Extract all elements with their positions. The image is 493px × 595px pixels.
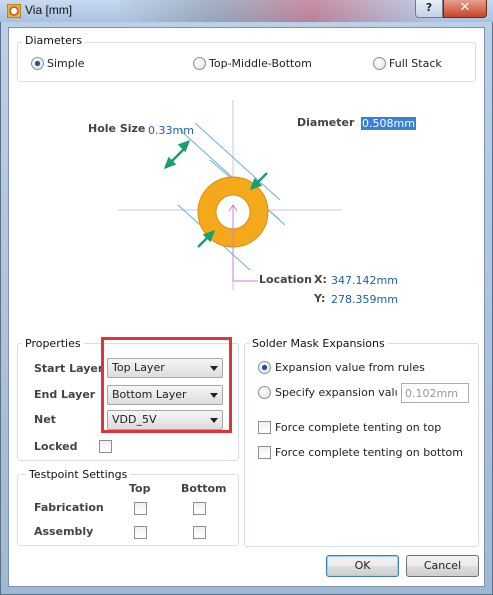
arrow-icon [177, 139, 191, 153]
radio-full-stack-label[interactable]: Full Stack [389, 57, 442, 70]
start-layer-value: Top Layer [112, 361, 165, 374]
start-layer-label: Start Layer [34, 362, 104, 375]
hole-size-value[interactable]: 0.33mm [148, 124, 194, 137]
tent-top-label[interactable]: Force complete tenting on top [275, 421, 441, 434]
app-icon [7, 4, 21, 18]
testpoint-fabrication-label: Fabrication [34, 501, 104, 514]
radio-simple[interactable] [31, 57, 44, 70]
chevron-down-icon [210, 393, 218, 398]
net-select[interactable]: VDD_5V [107, 410, 223, 430]
location-y-label: Y: [314, 292, 326, 305]
hole-size-label: Hole Size [88, 122, 146, 135]
diameter-value[interactable]: 0.508mm [361, 117, 416, 130]
end-layer-select[interactable]: Bottom Layer [107, 385, 223, 405]
radio-top-middle-bottom[interactable] [193, 57, 206, 70]
chevron-down-icon [210, 418, 218, 423]
window-title: Via [mm] [25, 3, 73, 17]
testpoint-top-header: Top [129, 482, 151, 495]
diameter-label: Diameter [297, 116, 355, 129]
ok-button[interactable]: OK [326, 555, 399, 577]
testpoint-bottom-header: Bottom [181, 482, 227, 495]
cancel-button[interactable]: Cancel [406, 555, 479, 577]
radio-top-middle-bottom-label[interactable]: Top-Middle-Bottom [209, 57, 312, 70]
tent-top-checkbox[interactable] [258, 421, 271, 434]
properties-legend: Properties [22, 337, 84, 350]
fabrication-top-checkbox[interactable] [134, 502, 147, 515]
testpoint-assembly-label: Assembly [34, 525, 94, 538]
help-button[interactable]: ? [415, 0, 443, 18]
locked-checkbox[interactable] [99, 440, 112, 453]
assembly-bottom-checkbox[interactable] [193, 526, 206, 539]
end-layer-label: End Layer [34, 388, 96, 401]
diameters-legend: Diameters [22, 34, 86, 47]
radio-specify-expansion[interactable] [258, 386, 271, 399]
locked-label: Locked [34, 440, 78, 453]
location-x-label: X: [314, 273, 327, 286]
assembly-top-checkbox[interactable] [134, 526, 147, 539]
radio-expansion-from-rules[interactable] [258, 361, 271, 374]
title-bar-background [120, 0, 440, 22]
fabrication-bottom-checkbox[interactable] [193, 502, 206, 515]
net-value: VDD_5V [112, 413, 157, 426]
solder-mask-legend: Solder Mask Expansions [249, 337, 388, 350]
location-x-value[interactable]: 347.142mm [331, 274, 398, 287]
tent-bottom-label[interactable]: Force complete tenting on bottom [275, 446, 463, 459]
radio-expansion-from-rules-label[interactable]: Expansion value from rules [275, 361, 425, 374]
radio-simple-label[interactable]: Simple [47, 57, 85, 70]
specify-expansion-input[interactable]: 0.102mm [401, 383, 469, 403]
radio-full-stack[interactable] [373, 57, 386, 70]
net-label: Net [34, 413, 56, 426]
location-label: Location [259, 273, 312, 286]
tent-bottom-checkbox[interactable] [258, 446, 271, 459]
radio-specify-expansion-label[interactable]: Specify expansion value [275, 386, 397, 399]
close-button[interactable]: ✕ [443, 0, 487, 18]
end-layer-value: Bottom Layer [112, 388, 187, 401]
start-layer-select[interactable]: Top Layer [107, 358, 223, 378]
location-y-value[interactable]: 278.359mm [331, 293, 398, 306]
chevron-down-icon [210, 366, 218, 371]
testpoint-legend: Testpoint Settings [26, 468, 131, 481]
